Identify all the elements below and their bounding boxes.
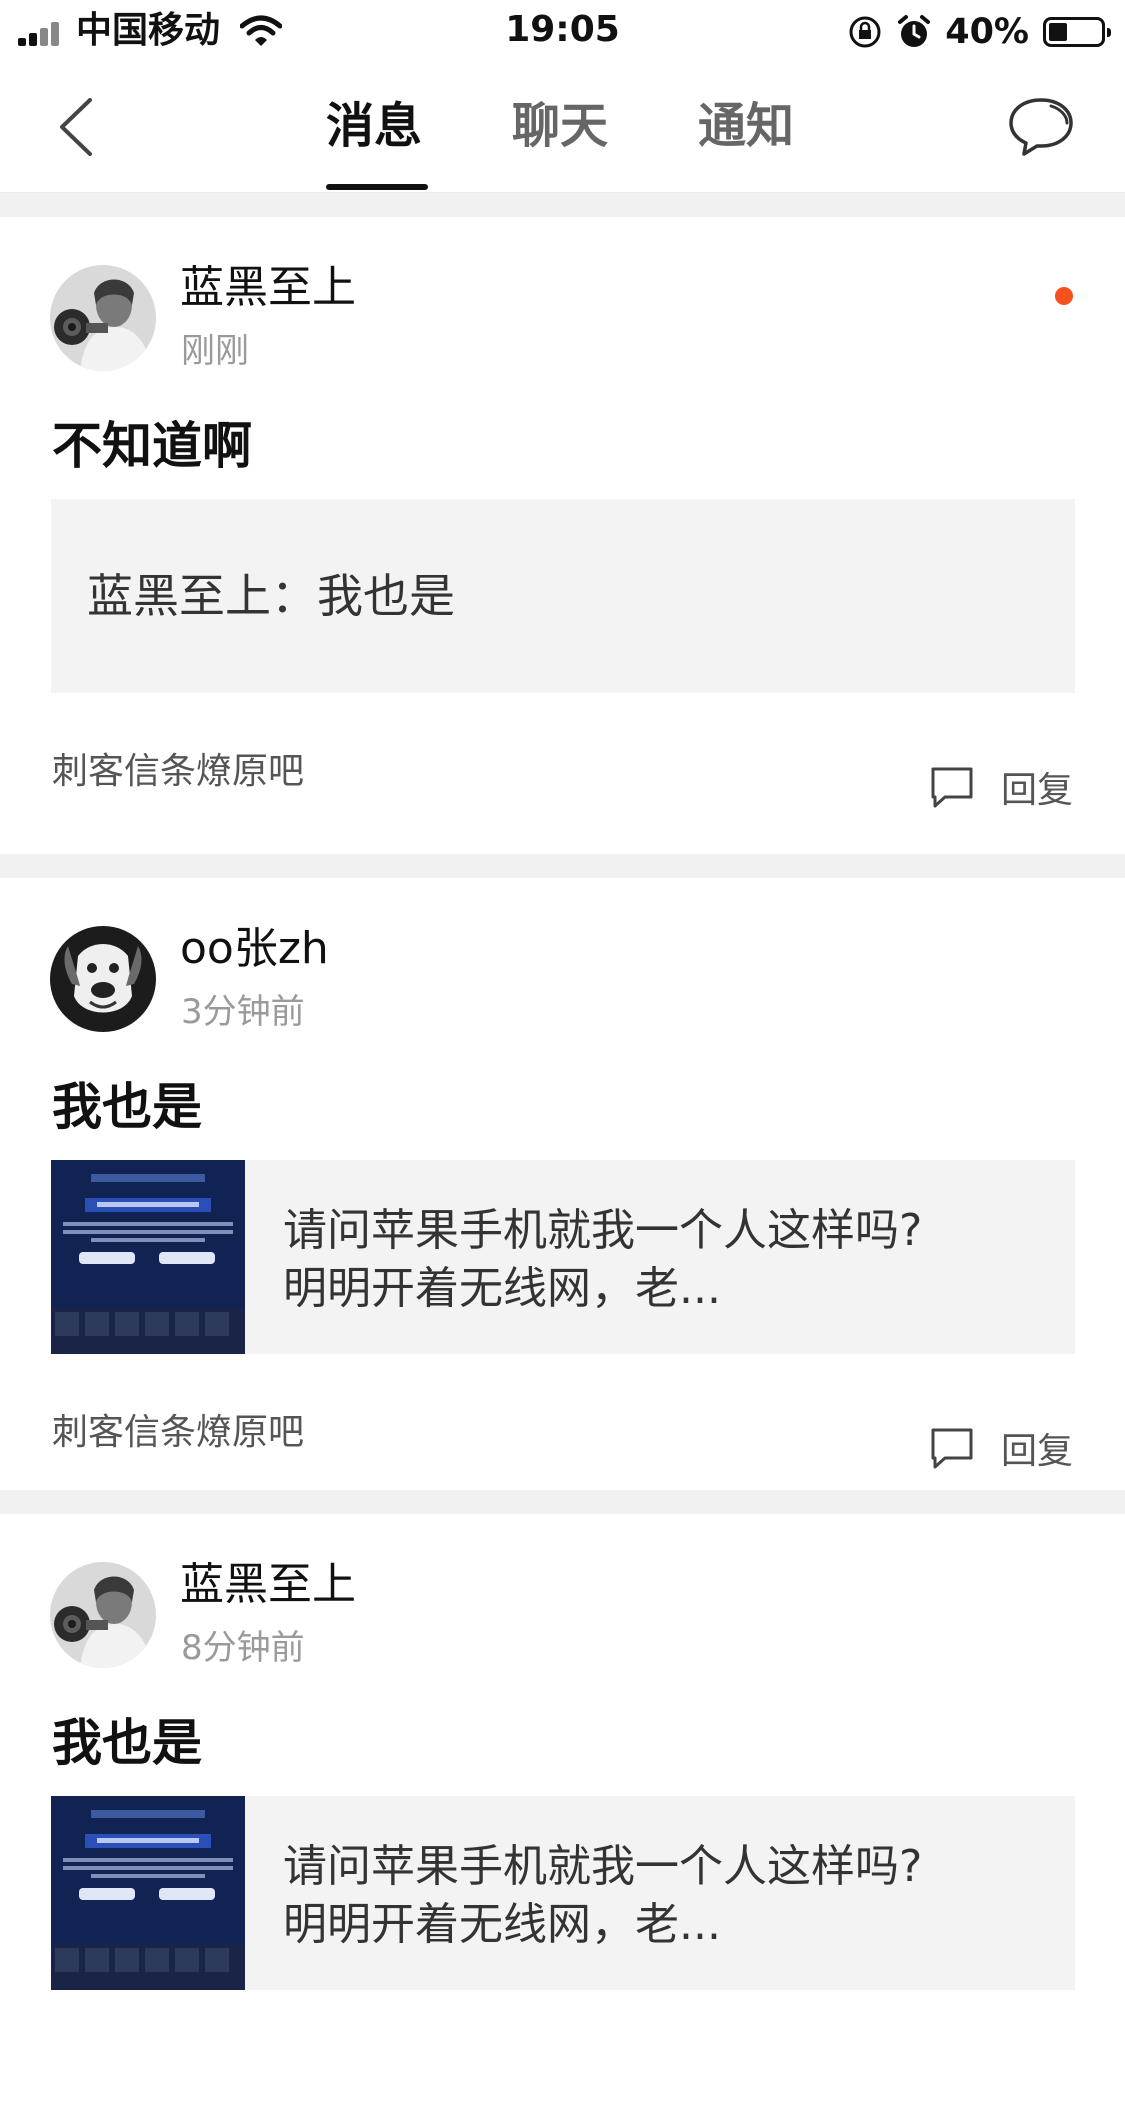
chat-bubble-icon[interactable] [1005, 90, 1077, 162]
avatar[interactable] [50, 265, 156, 371]
message-card[interactable]: oo张zh 3分钟前 我也是 请问苹果手机就我一个人这样吗? 明明开着无线网，老… [0, 878, 1125, 1490]
author-name[interactable]: oo张zh [180, 920, 329, 978]
excerpt-line: 请问苹果手机就我一个人这样吗? [283, 1841, 923, 1892]
message-body: 我也是 [52, 1078, 202, 1136]
reply-button[interactable]: 回复 [929, 1424, 1073, 1472]
author-name[interactable]: 蓝黑至上 [180, 1556, 356, 1614]
message-body: 我也是 [52, 1714, 202, 1772]
message-card[interactable]: 蓝黑至上 8分钟前 我也是 请问苹果手机就我一个人这样吗? 明明开着无线网，老.… [0, 1514, 1125, 2114]
forum-name[interactable]: 刺客信条燎原吧 [52, 749, 304, 795]
excerpt-line: 请问苹果手机就我一个人这样吗? [283, 1205, 923, 1256]
comment-icon [931, 767, 973, 808]
reply-label: 回复 [1000, 770, 1073, 811]
active-tab-indicator [326, 184, 428, 190]
post-thumbnail [51, 1796, 245, 1990]
tab-chat[interactable]: 聊天 [512, 94, 608, 158]
message-body: 不知道啊 [52, 417, 252, 475]
timestamp: 刚刚 [181, 331, 249, 371]
reply-label: 回复 [1000, 1431, 1073, 1472]
unread-indicator [1055, 287, 1073, 305]
section-divider [0, 854, 1125, 878]
battery-percentage: 40% [945, 12, 1029, 52]
linked-post-preview[interactable]: 请问苹果手机就我一个人这样吗? 明明开着无线网，老... [51, 1160, 1075, 1354]
tab-bar: 消息 聊天 通知 [0, 62, 1125, 192]
post-thumbnail [51, 1160, 245, 1354]
top-nav-bar: 消息 聊天 通知 [0, 62, 1125, 193]
status-bar: 中国移动 19:05 40% [0, 0, 1125, 62]
message-feed: 蓝黑至上 刚刚 不知道啊 蓝黑至上：我也是 刺客信条燎原吧 回复 oo张zh 3… [0, 193, 1125, 2114]
tab-notifications[interactable]: 通知 [698, 94, 794, 158]
status-indicators: 40% [847, 8, 1111, 56]
timestamp: 3分钟前 [181, 992, 305, 1032]
excerpt-line: 明明开着无线网，老... [283, 1263, 721, 1314]
avatar[interactable] [50, 1562, 156, 1668]
battery-icon [1043, 17, 1111, 47]
post-excerpt: 请问苹果手机就我一个人这样吗? 明明开着无线网，老... [283, 1202, 1035, 1318]
post-excerpt: 请问苹果手机就我一个人这样吗? 明明开着无线网，老... [283, 1838, 1035, 1954]
avatar[interactable] [50, 926, 156, 1032]
rotation-lock-icon [849, 16, 881, 48]
comment-icon [931, 1428, 973, 1469]
forum-name[interactable]: 刺客信条燎原吧 [52, 1410, 304, 1456]
reply-button[interactable]: 回复 [929, 763, 1073, 811]
alarm-icon [898, 15, 931, 47]
excerpt-line: 明明开着无线网，老... [283, 1899, 721, 1950]
quoted-text: 蓝黑至上：我也是 [87, 569, 455, 623]
quoted-post[interactable]: 蓝黑至上：我也是 [51, 499, 1075, 693]
author-name[interactable]: 蓝黑至上 [180, 259, 356, 317]
section-divider [0, 1490, 1125, 1514]
linked-post-preview[interactable]: 请问苹果手机就我一个人这样吗? 明明开着无线网，老... [51, 1796, 1075, 1990]
section-divider [0, 193, 1125, 217]
message-card[interactable]: 蓝黑至上 刚刚 不知道啊 蓝黑至上：我也是 刺客信条燎原吧 回复 [0, 217, 1125, 854]
tab-messages[interactable]: 消息 [326, 94, 422, 158]
timestamp: 8分钟前 [181, 1628, 305, 1668]
